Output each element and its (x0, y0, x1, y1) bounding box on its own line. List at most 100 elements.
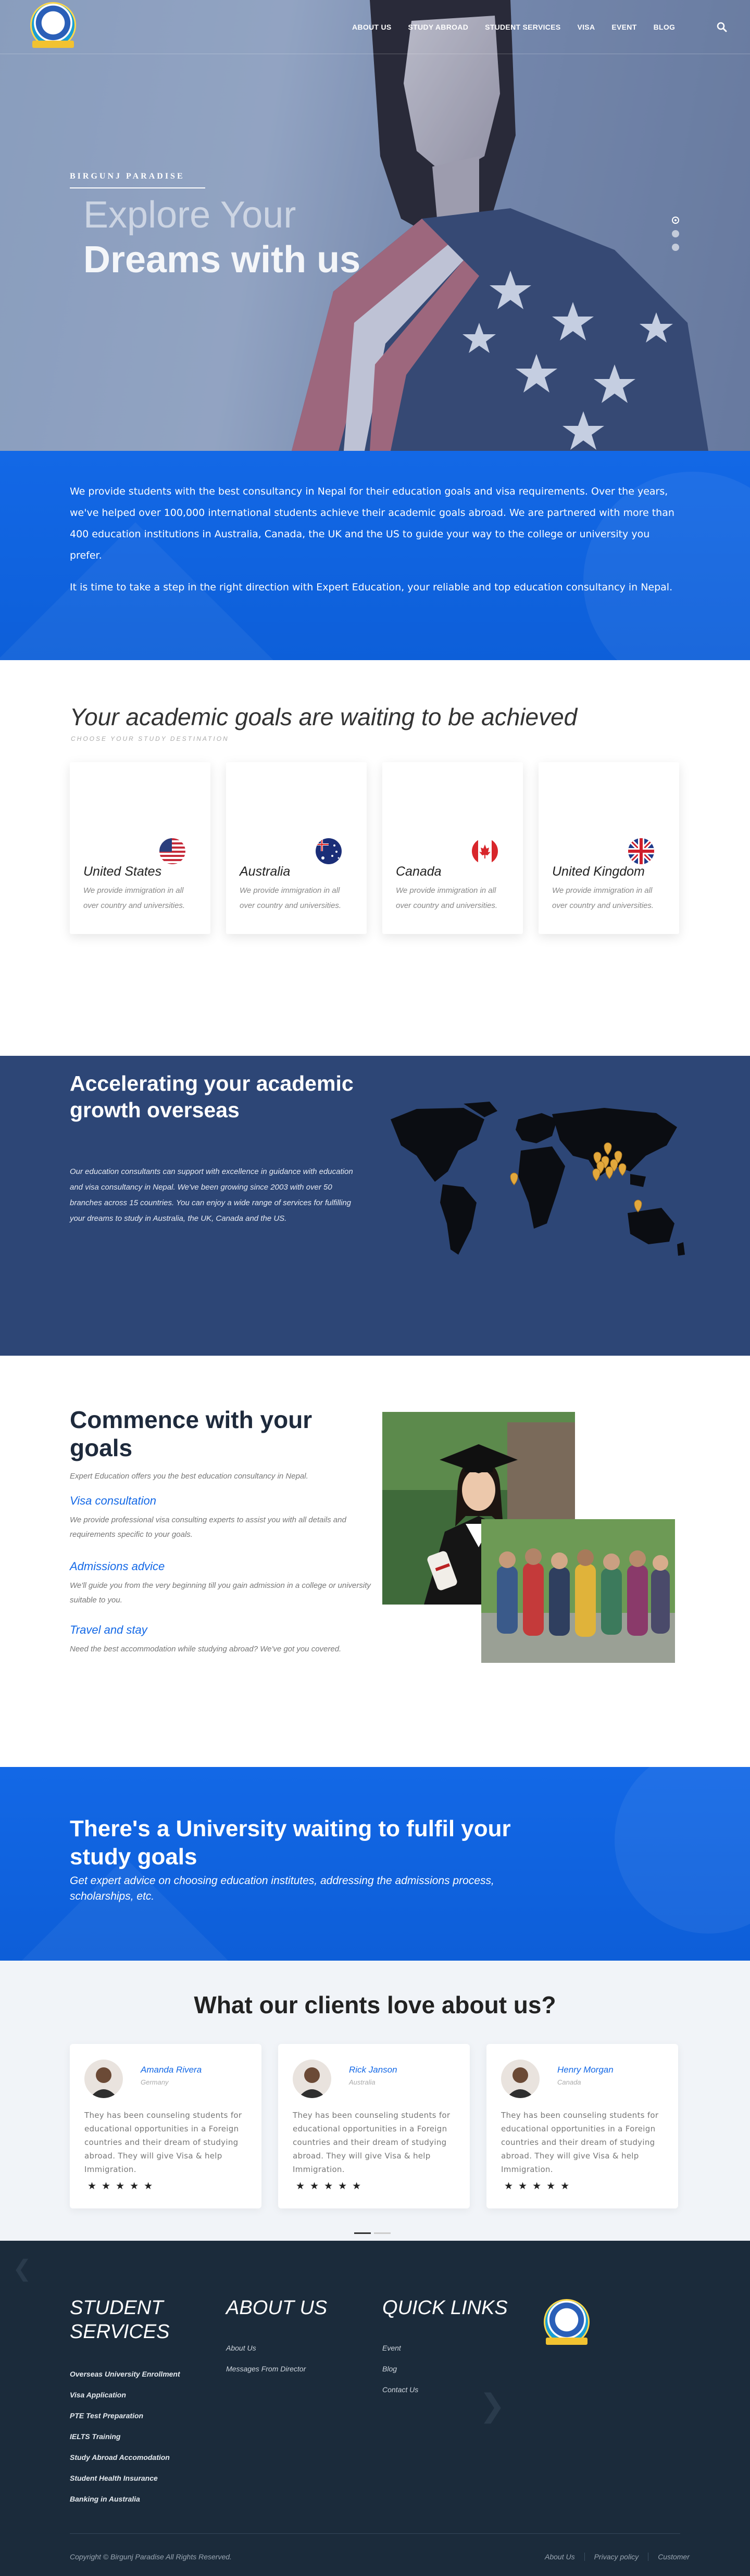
service-title-visa[interactable]: Visa consultation (70, 1494, 156, 1508)
footer-quick-links-title: QUICK LINKS (382, 2297, 508, 2319)
slider-dot-3[interactable] (672, 244, 679, 251)
destination-card-canada[interactable]: Canada We provide immigration in all ove… (382, 762, 523, 934)
hero-section: ABOUT US STUDY ABROAD STUDENT SERVICES V… (0, 0, 750, 451)
footer-link[interactable]: Blog (382, 2365, 397, 2373)
search-icon[interactable] (717, 22, 727, 32)
nav-event[interactable]: EVENT (603, 23, 645, 31)
rating-stars: ★★★★★ (504, 2181, 575, 2192)
footer: ❮ ❯ STUDENT SERVICES Overseas University… (0, 2241, 750, 2576)
students-group-photo (481, 1519, 675, 1663)
footer-logo-ribbon (546, 2338, 588, 2345)
testimonial-quote: They has been counseling students for ed… (501, 2111, 659, 2174)
footer-link[interactable]: PTE Test Preparation (70, 2411, 143, 2420)
testimonial-card: Rick Janson Australia They has been coun… (278, 2044, 470, 2208)
destination-card-uk[interactable]: United Kingdom We provide immigration in… (539, 762, 679, 934)
decor-circle (615, 1767, 750, 1934)
destination-text: We provide immigration in all over count… (83, 886, 185, 910)
footer-link[interactable]: Event (382, 2344, 401, 2352)
decor-chevron-icon: ❮ (12, 2256, 32, 2281)
destination-card-us[interactable]: United States We provide immigration in … (70, 762, 210, 934)
main-menu: ABOUT US STUDY ABROAD STUDENT SERVICES V… (344, 23, 683, 31)
nav-blog[interactable]: BLOG (645, 23, 684, 31)
footer-link[interactable]: About Us (226, 2344, 256, 2352)
accelerating-text: Our education consultants can support wi… (70, 1167, 353, 1223)
service-title-travel[interactable]: Travel and stay (70, 1623, 147, 1637)
service-text-admissions: We'll guide you from the very beginning … (70, 1581, 371, 1605)
testimonial-quote: They has been counseling students for ed… (84, 2111, 242, 2174)
goals-subtitle: CHOOSE YOUR STUDY DESTINATION (71, 735, 229, 742)
footer-link[interactable]: Overseas University Enrollment (70, 2370, 180, 2378)
destination-text: We provide immigration in all over count… (396, 886, 498, 910)
nav-visa[interactable]: VISA (569, 23, 603, 31)
footer-link[interactable]: Messages From Director (226, 2365, 306, 2373)
hero-title-line2: Dreams with us (83, 239, 361, 281)
footer-bottom-link[interactable]: Privacy policy (584, 2553, 648, 2561)
footer-link[interactable]: Contact Us (382, 2385, 418, 2394)
intro-section: We provide students with the best consul… (0, 451, 750, 660)
cta-text: Get expert advice on choosing education … (70, 1875, 494, 1902)
hero-subtitle: BIRGUNJ PARADISE (70, 172, 185, 181)
service-title-admissions[interactable]: Admissions advice (70, 1560, 165, 1573)
avatar (501, 2060, 540, 2098)
footer-about-title: ABOUT US (226, 2297, 328, 2319)
hero-divider (70, 187, 205, 188)
footer-link[interactable]: Banking in Australia (70, 2495, 140, 2503)
destination-text: We provide immigration in all over count… (552, 886, 654, 910)
testimonial-card: Henry Morgan Canada They has been counse… (486, 2044, 678, 2208)
australia-flag-icon (316, 838, 342, 864)
service-text-visa: We provide professional visa consulting … (70, 1516, 346, 1539)
accelerating-title: Accelerating your academic growth overse… (70, 1071, 354, 1122)
testimonial-name: Amanda Rivera (141, 2065, 202, 2075)
footer-bottom-links: About Us Privacy policy Customer (535, 2553, 699, 2561)
uk-flag-icon (628, 838, 654, 864)
slider-dot-1[interactable] (672, 217, 679, 224)
testimonial-pager (354, 2232, 391, 2234)
slider-dot-2[interactable] (672, 230, 679, 237)
page: ABOUT US STUDY ABROAD STUDENT SERVICES V… (0, 0, 750, 2576)
decor-chevron-icon: ❯ (479, 2388, 506, 2423)
footer-divider (70, 2533, 680, 2534)
footer-link[interactable]: Visa Application (70, 2391, 126, 2399)
testimonial-card: Amanda Rivera Germany They has been coun… (70, 2044, 261, 2208)
destination-country: United Kingdom (552, 864, 645, 879)
university-cta-section: There's a University waiting to fulfil y… (0, 1767, 750, 1961)
goals-title: Your academic goals are waiting to be ac… (70, 703, 578, 730)
testimonial-country: Canada (557, 2078, 581, 2086)
world-map-image (391, 1102, 685, 1256)
testimonial-country: Australia (349, 2078, 376, 2086)
avatar (84, 2060, 123, 2098)
hero-title-line1: Explore Your (83, 194, 296, 236)
footer-student-services-title: STUDENT SERVICES (70, 2297, 170, 2343)
testimonials-section: What our clients love about us? Amanda R… (0, 1961, 750, 2241)
testimonials-title: What our clients love about us? (194, 1991, 556, 2018)
destination-card-australia[interactable]: Australia We provide immigration in all … (226, 762, 367, 934)
top-navbar: ABOUT US STUDY ABROAD STUDENT SERVICES V… (0, 0, 750, 54)
slider-dots (672, 217, 679, 257)
testimonial-country: Germany (141, 2078, 169, 2086)
intro-paragraph-1: We provide students with the best consul… (70, 486, 674, 561)
testimonial-name: Rick Janson (349, 2065, 397, 2075)
pager-dot-1[interactable] (354, 2232, 371, 2234)
footer-link[interactable]: Study Abroad Accomodation (70, 2453, 170, 2461)
commence-lead: Expert Education offers you the best edu… (70, 1472, 308, 1481)
destination-text: We provide immigration in all over count… (240, 886, 342, 910)
nav-study-abroad[interactable]: STUDY ABROAD (400, 23, 477, 31)
testimonial-cards: Amanda Rivera Germany They has been coun… (70, 2044, 678, 2208)
destination-country: Australia (240, 864, 291, 879)
commence-title: Commence with your goals (70, 1406, 312, 1461)
accelerating-section: Accelerating your academic growth overse… (0, 1056, 750, 1356)
footer-bottom-link[interactable]: About Us (535, 2553, 584, 2561)
pager-dot-2[interactable] (374, 2232, 391, 2234)
canada-flag-icon (472, 838, 498, 864)
cta-title: There's a University waiting to fulfil y… (70, 1816, 511, 1870)
destination-country: United States (83, 864, 162, 879)
nav-student-services[interactable]: STUDENT SERVICES (477, 23, 569, 31)
footer-link[interactable]: IELTS Training (70, 2432, 121, 2441)
destination-cards: United States We provide immigration in … (70, 762, 680, 934)
rating-stars: ★★★★★ (88, 2181, 158, 2192)
footer-link[interactable]: Student Health Insurance (70, 2474, 158, 2482)
footer-bottom-link[interactable]: Customer (648, 2553, 699, 2561)
testimonial-quote: They has been counseling students for ed… (293, 2111, 451, 2174)
us-flag-icon (159, 838, 185, 864)
nav-about-us[interactable]: ABOUT US (344, 23, 400, 31)
